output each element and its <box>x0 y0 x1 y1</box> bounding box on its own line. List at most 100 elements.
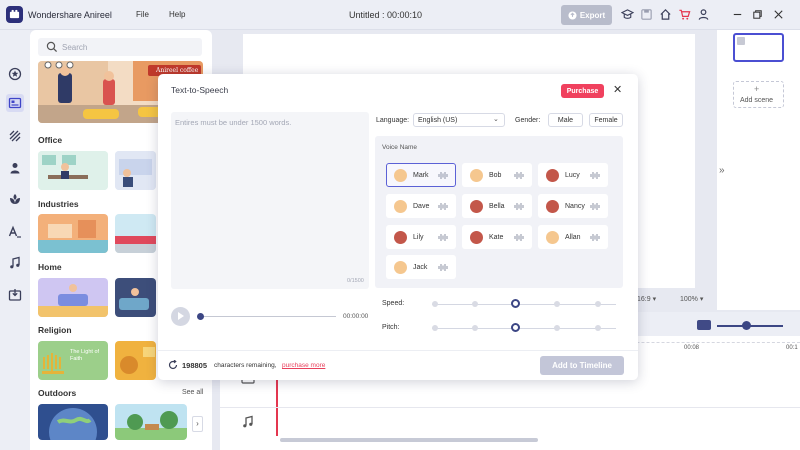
purchase-more-link[interactable]: purchase more <box>282 362 325 369</box>
timeline-zoom-knob[interactable] <box>742 321 751 330</box>
see-all-link[interactable]: See all <box>182 389 203 396</box>
sound-wave-icon <box>514 172 524 179</box>
voice-card-dave[interactable]: Dave <box>386 194 456 218</box>
voice-card-jack[interactable]: Jack <box>386 255 456 279</box>
account-icon[interactable] <box>697 8 710 21</box>
pitch-step[interactable] <box>472 325 478 331</box>
sound-wave-icon <box>590 234 600 241</box>
menu-help[interactable]: Help <box>169 10 185 19</box>
home-icon[interactable] <box>659 8 672 21</box>
maximize-icon[interactable] <box>751 8 764 21</box>
voice-card-bob[interactable]: Bob <box>462 163 532 187</box>
template-thumb[interactable] <box>38 151 108 190</box>
scroll-right-icon[interactable]: › <box>192 416 203 432</box>
text-icon[interactable] <box>8 225 22 239</box>
speed-knob[interactable] <box>511 299 520 308</box>
voice-card-bella[interactable]: Bella <box>462 194 532 218</box>
voice-name: Mark <box>413 172 429 179</box>
menu-file[interactable]: File <box>136 10 149 19</box>
aspect-ratio-select[interactable]: 16:9 ▾ <box>637 295 656 303</box>
app-logo-icon <box>6 6 23 23</box>
voice-card-allan[interactable]: Allan <box>538 225 608 249</box>
voice-name: Dave <box>413 203 430 210</box>
male-avatar-icon <box>394 261 407 274</box>
voice-card-mark[interactable]: Mark <box>386 163 456 187</box>
voice-card-lily[interactable]: Lily <box>386 225 456 249</box>
character-icon[interactable] <box>8 67 22 81</box>
app-name: Wondershare Anireel <box>28 10 112 20</box>
refresh-icon[interactable] <box>168 360 178 370</box>
sound-wave-icon <box>438 172 448 179</box>
pitch-step[interactable] <box>554 325 560 331</box>
minimize-icon[interactable] <box>731 8 744 21</box>
expand-panel-icon[interactable]: » <box>719 165 725 176</box>
voice-card-nancy[interactable]: Nancy <box>538 194 608 218</box>
dialog-close-icon[interactable]: ✕ <box>613 83 622 96</box>
template-thumb[interactable] <box>38 214 108 253</box>
pitch-step[interactable] <box>432 325 438 331</box>
export-button[interactable]: Export <box>561 5 612 25</box>
gender-male-button[interactable]: Male <box>548 113 583 127</box>
template-thumb[interactable] <box>115 214 156 253</box>
add-to-timeline-button[interactable]: Add to Timeline <box>540 356 624 375</box>
cart-icon[interactable] <box>678 8 691 21</box>
speed-slider[interactable] <box>432 304 616 305</box>
pitch-knob[interactable] <box>511 323 520 332</box>
export-icon <box>568 10 577 20</box>
learn-icon[interactable] <box>621 8 634 21</box>
sound-wave-icon <box>438 264 448 271</box>
voice-name: Allan <box>565 234 581 241</box>
speed-step[interactable] <box>432 301 438 307</box>
category-industries[interactable]: Industries <box>38 199 79 209</box>
background-icon[interactable] <box>8 129 22 143</box>
voice-name: Jack <box>413 264 428 271</box>
speed-step[interactable] <box>554 301 560 307</box>
close-icon[interactable] <box>772 8 785 21</box>
voice-name: Bella <box>489 203 505 210</box>
import-icon[interactable] <box>8 288 22 302</box>
voice-card-lucy[interactable]: Lucy <box>538 163 608 187</box>
props-icon[interactable] <box>8 192 22 206</box>
speed-step[interactable] <box>595 301 601 307</box>
category-outdoors[interactable]: Outdoors <box>38 388 76 398</box>
pitch-step[interactable] <box>595 325 601 331</box>
category-religion[interactable]: Religion <box>38 325 72 335</box>
people-icon[interactable] <box>8 161 22 175</box>
template-thumb[interactable] <box>115 404 187 440</box>
timeline-scrollbar[interactable] <box>280 438 538 442</box>
save-icon[interactable] <box>640 8 653 21</box>
scene-thumbnail[interactable] <box>733 33 784 62</box>
sound-wave-icon <box>590 172 600 179</box>
add-scene-label: Add scene <box>740 97 774 104</box>
aspect-ratio-value: 16:9 <box>637 296 651 303</box>
fit-timeline-icon[interactable] <box>697 320 711 330</box>
category-office[interactable]: Office <box>38 135 62 145</box>
zoom-select[interactable]: 100% ▾ <box>680 295 703 303</box>
template-thumb[interactable] <box>115 151 156 190</box>
category-home[interactable]: Home <box>38 262 62 272</box>
template-thumb[interactable]: The Light of Faith <box>38 341 108 380</box>
language-value: English (US) <box>418 117 458 124</box>
plus-icon: + <box>754 84 760 94</box>
template-thumb[interactable] <box>38 404 108 440</box>
template-thumb[interactable] <box>38 278 108 317</box>
voice-card-kate[interactable]: Kate <box>462 225 532 249</box>
speed-step[interactable] <box>472 301 478 307</box>
template-thumb[interactable] <box>115 278 156 317</box>
document-title: Untitled : 00:00:10 <box>349 10 423 20</box>
purchase-button[interactable]: Purchase <box>561 84 604 98</box>
preview-progress-knob[interactable] <box>197 313 204 320</box>
template-thumb[interactable] <box>115 341 156 380</box>
sound-wave-icon <box>438 234 448 241</box>
sound-wave-icon <box>590 203 600 210</box>
male-avatar-icon <box>470 169 483 182</box>
pitch-slider[interactable] <box>432 328 616 329</box>
preview-progress-bar[interactable] <box>200 316 336 317</box>
gender-female-button[interactable]: Female <box>589 113 623 127</box>
tts-text-placeholder: Entires must be under 1500 words. <box>175 118 292 127</box>
music-track-icon <box>243 415 253 428</box>
scene-icon[interactable] <box>8 96 22 110</box>
music-icon[interactable] <box>8 256 22 270</box>
tts-text-input[interactable] <box>171 112 369 289</box>
chars-remaining-text: characters remaining, <box>214 362 277 369</box>
